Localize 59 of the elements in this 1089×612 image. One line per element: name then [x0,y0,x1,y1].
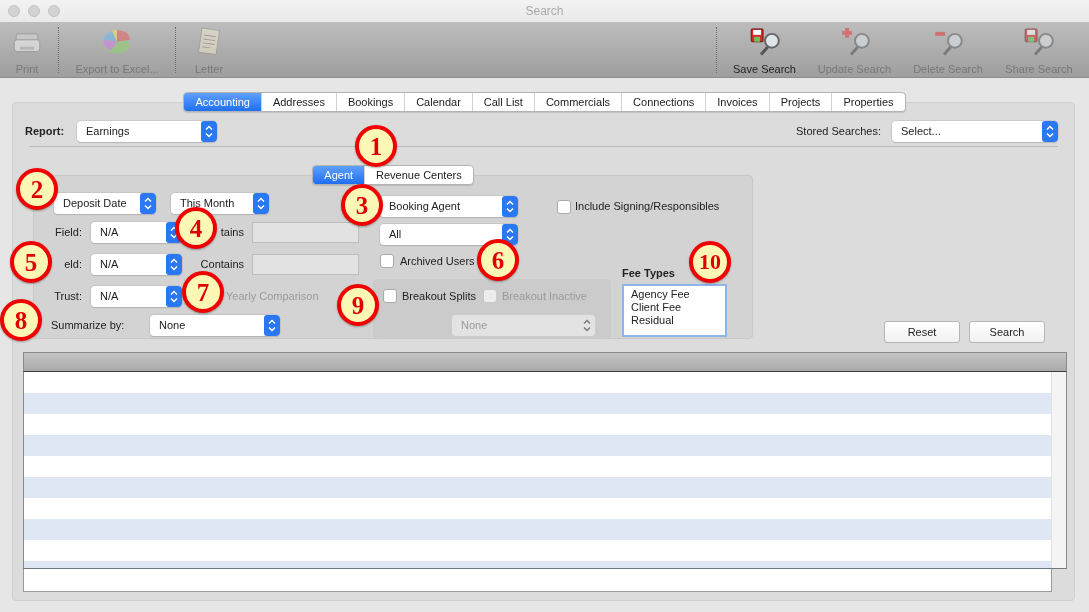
stepper-icon [166,286,182,307]
scrollbar[interactable] [1051,372,1066,568]
tab[interactable]: Commercials [533,93,622,111]
toolbar-button[interactable]: Save Search [727,22,802,77]
field-label: Report: [25,124,66,140]
stepper-icon [166,254,182,275]
field-label: Summarize by: [51,318,126,334]
list-item[interactable]: Client Fee [631,301,718,314]
dropdown[interactable]: N/A [91,222,182,243]
window-control[interactable] [28,5,40,17]
checkbox[interactable] [383,289,397,304]
tab[interactable]: Properties [831,93,905,111]
dropdown[interactable]: Select... [892,121,1058,142]
dropdown[interactable]: All [380,224,518,245]
window-control[interactable] [48,5,60,17]
tab[interactable]: Bookings [335,93,405,111]
tab[interactable]: Projects [768,93,832,111]
floppy-magnifier-icon [1023,26,1055,58]
tab[interactable]: Addresses [260,93,336,111]
dropdown[interactable]: N/A [91,254,182,275]
push-button[interactable]: Reset [884,321,960,343]
field-label: Contains [200,258,244,271]
tab[interactable]: Invoices [705,93,769,111]
dropdown[interactable]: Booking Agent [380,196,518,217]
checkbox-label: Archived Users [400,254,475,269]
checkbox[interactable] [380,254,394,269]
stepper-icon [1042,121,1058,142]
list-item[interactable]: Residual [631,314,718,327]
checkbox[interactable] [557,199,571,214]
dropdown[interactable]: None [150,315,280,336]
dropdown[interactable]: Deposit Date [54,193,156,214]
tab[interactable]: Agent [313,166,365,184]
stepper-icon [502,196,518,217]
callout-marker: 8 [0,299,42,341]
tab[interactable]: Connections [621,93,706,111]
checkbox-label: Breakout Splits [402,289,476,304]
dropdown[interactable]: Earnings [77,121,217,142]
tab[interactable]: Call List [471,93,534,111]
stepper-icon [253,193,269,214]
field-label: Trust: [54,290,82,303]
field-label: Field: [55,226,82,239]
stepper-icon [264,315,280,336]
list-item[interactable]: Agency Fee [631,288,718,301]
field-label: eld: [64,258,82,271]
stepper-icon [140,193,156,214]
floppy-magnifier-icon [748,26,781,58]
push-button[interactable]: Search [969,321,1045,343]
window-title: Search [525,3,564,20]
tab[interactable]: Calendar [404,93,472,111]
field-label: tains [220,226,244,239]
list-heading: Fee Types [622,265,676,281]
tab[interactable]: Accounting [184,93,261,111]
field-label: Stored Searches: [796,124,881,140]
dropdown[interactable]: This Month [171,193,269,214]
stepper-icon [201,121,217,142]
window-control[interactable] [8,5,20,17]
dropdown[interactable]: N/A [91,286,182,307]
list-box[interactable]: Agency Fee Client Fee Residual [622,284,727,337]
checkbox-label: Include Signing/Responsibles [575,199,720,215]
